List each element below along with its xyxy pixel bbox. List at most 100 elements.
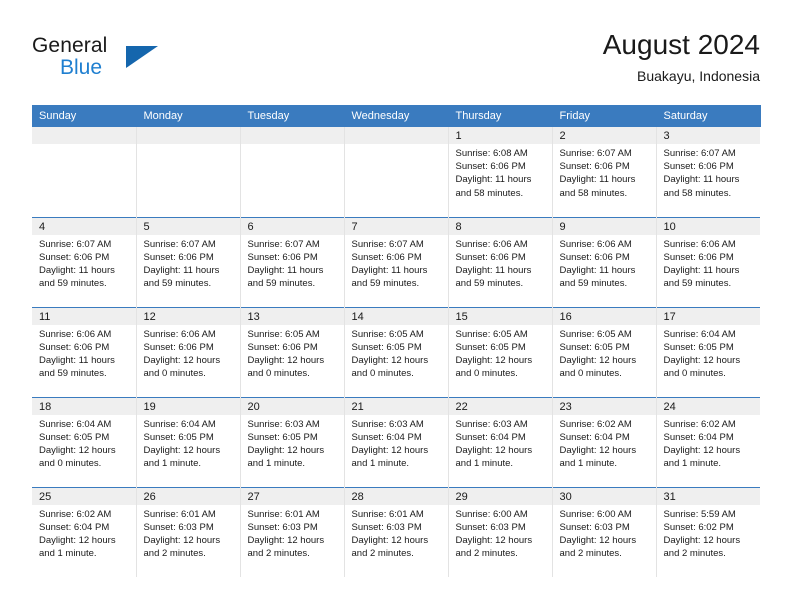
day-daylight-line: and 1 minute.	[455, 458, 514, 470]
page-title: August 2024	[602, 29, 760, 60]
calendar-day-cell[interactable]: 30 Sunrise: 6:00 AM Sunset: 6:03 PM Dayligh…	[552, 486, 657, 577]
calendar-day-cell[interactable]: 7 Sunrise: 6:07 AM Sunset: 6:06 PM Daylight…	[344, 216, 449, 307]
calendar-day-cell[interactable]: 9 Sunrise: 6:06 AM Sunset: 6:06 PM Daylight…	[552, 216, 657, 307]
calendar-day-cell[interactable]: 3 Sunrise: 6:07 AM Sunset: 6:06 PM Daylight…	[656, 127, 760, 217]
day-daylight-line: Daylight: 11 hours	[559, 264, 636, 276]
day-daylight-line: and 2 minutes.	[247, 548, 310, 560]
day-details: Sunrise: 6:03 AM Sunset: 6:04 PM Daylight:…	[345, 415, 448, 471]
calendar-day-cell[interactable]: 10 Sunrise: 6:06 AM Sunset: 6:06 PM Dayligh…	[656, 216, 760, 307]
calendar-day-cell[interactable]: 21 Sunrise: 6:03 AM Sunset: 6:04 PM Dayligh…	[344, 396, 449, 487]
day-sunrise-line: Sunrise: 6:07 AM	[663, 148, 736, 159]
day-sunset-line: Sunset: 6:06 PM	[39, 341, 110, 353]
day-daylight-line: and 58 minutes.	[559, 187, 628, 199]
day-details: Sunrise: 6:03 AM Sunset: 6:05 PM Daylight:…	[241, 415, 344, 471]
day-details: Sunrise: 6:02 AM Sunset: 6:04 PM Daylight:…	[553, 415, 656, 471]
day-details: Sunrise: 6:07 AM Sunset: 6:06 PM Daylight:…	[657, 144, 761, 200]
calendar-day-cell[interactable]: 22 Sunrise: 6:03 AM Sunset: 6:04 PM Dayligh…	[448, 396, 553, 487]
calendar-day-cell[interactable]: 8 Sunrise: 6:06 AM Sunset: 6:06 PM Daylight…	[448, 216, 553, 307]
day-sunset-line: Sunset: 6:04 PM	[455, 431, 526, 443]
day-sunset-line: Sunset: 6:05 PM	[663, 341, 734, 353]
title-block: August 2024 Buakayu, Indonesia	[603, 28, 760, 86]
day-daylight-line: and 1 minute.	[247, 458, 306, 470]
calendar-day-cell[interactable]: 2 Sunrise: 6:07 AM Sunset: 6:06 PM Daylight…	[552, 127, 657, 217]
calendar-day-cell[interactable]: 25 Sunrise: 6:02 AM Sunset: 6:04 PM Dayligh…	[32, 486, 137, 577]
day-daylight-line: Daylight: 11 hours	[455, 264, 532, 276]
day-sunset-line: Sunset: 6:04 PM	[351, 431, 422, 443]
calendar-day-cell[interactable]: 15 Sunrise: 6:05 AM Sunset: 6:05 PM Dayligh…	[448, 306, 553, 397]
day-sunset-line: Sunset: 6:06 PM	[455, 251, 526, 263]
day-daylight-line: and 1 minute.	[143, 458, 202, 470]
calendar-body: 1 Sunrise: 6:08 AM Sunset: 6:06 PM Daylight…	[32, 127, 760, 577]
calendar-day-cell-empty	[136, 127, 241, 217]
day-sunrise-line: Sunrise: 6:04 AM	[143, 418, 216, 430]
calendar-week-row: 11 Sunrise: 6:06 AM Sunset: 6:06 PM Dayligh…	[32, 306, 760, 397]
brand-logo[interactable]: General Blue	[32, 34, 282, 90]
calendar-day-cell[interactable]: 5 Sunrise: 6:07 AM Sunset: 6:06 PM Daylight…	[136, 216, 241, 307]
day-sunset-line: Sunset: 6:02 PM	[663, 521, 734, 533]
day-daylight-line: Daylight: 11 hours	[39, 354, 115, 366]
day-details: Sunrise: 6:06 AM Sunset: 6:06 PM Daylight:…	[553, 235, 656, 291]
day-daylight-line: and 1 minute.	[663, 458, 722, 470]
day-daylight-line: and 58 minutes.	[663, 187, 732, 199]
day-sunset-line: Sunset: 6:06 PM	[663, 251, 734, 263]
calendar-day-cell[interactable]: 11 Sunrise: 6:06 AM Sunset: 6:06 PM Dayligh…	[32, 306, 137, 397]
day-sunrise-line: Sunrise: 6:07 AM	[559, 148, 632, 159]
calendar-day-cell[interactable]: 1 Sunrise: 6:08 AM Sunset: 6:06 PM Daylight…	[448, 127, 553, 217]
day-details: Sunrise: 6:05 AM Sunset: 6:05 PM Daylight:…	[553, 325, 656, 381]
calendar-day-cell[interactable]: 29 Sunrise: 6:00 AM Sunset: 6:03 PM Dayligh…	[448, 486, 553, 577]
calendar-day-cell-empty	[32, 127, 137, 217]
calendar-day-cell[interactable]: 13 Sunrise: 6:05 AM Sunset: 6:06 PM Dayligh…	[240, 306, 345, 397]
day-daylight-line: Daylight: 11 hours	[663, 174, 740, 186]
day-sunrise-line: Sunrise: 6:03 AM	[455, 418, 528, 430]
day-details: Sunrise: 6:00 AM Sunset: 6:03 PM Daylight:…	[553, 505, 656, 561]
day-details: Sunrise: 6:02 AM Sunset: 6:04 PM Daylight:…	[657, 415, 761, 471]
calendar-day-cell[interactable]: 27 Sunrise: 6:01 AM Sunset: 6:03 PM Dayligh…	[240, 486, 345, 577]
calendar-day-cell[interactable]: 20 Sunrise: 6:03 AM Sunset: 6:05 PM Dayligh…	[240, 396, 345, 487]
day-number	[32, 127, 136, 144]
day-daylight-line: and 59 minutes.	[559, 278, 628, 290]
calendar-day-cell[interactable]: 24 Sunrise: 6:02 AM Sunset: 6:04 PM Dayligh…	[656, 396, 761, 487]
calendar-day-cell[interactable]: 18 Sunrise: 6:04 AM Sunset: 6:05 PM Dayligh…	[32, 396, 137, 487]
day-sunrise-line: Sunrise: 6:02 AM	[663, 418, 736, 430]
day-daylight-line: and 1 minute.	[351, 458, 410, 470]
day-sunrise-line: Sunrise: 6:07 AM	[143, 238, 216, 250]
day-sunrise-line: Sunrise: 6:06 AM	[455, 238, 528, 250]
day-sunrise-line: Sunrise: 6:05 AM	[247, 328, 320, 340]
calendar-day-cell[interactable]: 16 Sunrise: 6:05 AM Sunset: 6:05 PM Dayligh…	[552, 306, 657, 397]
day-sunset-line: Sunset: 6:03 PM	[455, 521, 526, 533]
day-daylight-line: and 59 minutes.	[455, 278, 524, 290]
day-daylight-line: Daylight: 11 hours	[143, 264, 220, 276]
calendar-day-cell-empty	[344, 127, 449, 217]
day-daylight-line: Daylight: 11 hours	[663, 264, 740, 276]
calendar-week-row: 25 Sunrise: 6:02 AM Sunset: 6:04 PM Dayligh…	[32, 486, 760, 577]
day-daylight-line: Daylight: 11 hours	[455, 174, 532, 186]
day-details: Sunrise: 6:07 AM Sunset: 6:06 PM Daylight:…	[137, 235, 240, 291]
day-number: 31	[656, 487, 760, 505]
calendar-day-cell[interactable]: 14 Sunrise: 6:05 AM Sunset: 6:05 PM Dayligh…	[344, 306, 449, 397]
calendar-day-cell[interactable]: 26 Sunrise: 6:01 AM Sunset: 6:03 PM Dayligh…	[136, 486, 241, 577]
day-sunrise-line: Sunrise: 6:03 AM	[351, 418, 424, 430]
calendar-day-cell[interactable]: 12 Sunrise: 6:06 AM Sunset: 6:06 PM Dayligh…	[136, 306, 241, 397]
day-sunset-line: Sunset: 6:05 PM	[351, 341, 422, 353]
day-sunrise-line: Sunrise: 6:08 AM	[455, 148, 528, 159]
calendar-day-cell[interactable]: 17 Sunrise: 6:04 AM Sunset: 6:05 PM Dayligh…	[656, 306, 760, 397]
day-daylight-line: Daylight: 12 hours	[351, 534, 429, 546]
calendar-day-cell[interactable]: 6 Sunrise: 6:07 AM Sunset: 6:06 PM Daylight…	[240, 216, 345, 307]
day-number: 15	[448, 307, 552, 325]
calendar-day-cell[interactable]: 31 Sunrise: 5:59 AM Sunset: 6:02 PM Dayligh…	[656, 486, 760, 577]
calendar-day-cell[interactable]: 23 Sunrise: 6:02 AM Sunset: 6:04 PM Dayligh…	[552, 396, 657, 487]
day-details: Sunrise: 6:08 AM Sunset: 6:06 PM Daylight:…	[449, 144, 552, 200]
calendar-day-cell[interactable]: 28 Sunrise: 6:01 AM Sunset: 6:03 PM Dayligh…	[344, 486, 449, 577]
day-details: Sunrise: 6:07 AM Sunset: 6:06 PM Daylight:…	[32, 235, 136, 291]
calendar-day-cell[interactable]: 4 Sunrise: 6:07 AM Sunset: 6:06 PM Daylight…	[32, 216, 137, 307]
day-number: 6	[240, 217, 344, 235]
weekday-header-friday: Friday	[552, 105, 657, 127]
day-sunset-line: Sunset: 6:06 PM	[455, 161, 526, 173]
calendar-day-cell[interactable]: 19 Sunrise: 6:04 AM Sunset: 6:05 PM Dayligh…	[136, 396, 241, 487]
day-details: Sunrise: 6:06 AM Sunset: 6:06 PM Daylight:…	[449, 235, 552, 291]
day-number: 27	[240, 487, 344, 505]
day-number	[136, 127, 240, 144]
day-details: Sunrise: 6:01 AM Sunset: 6:03 PM Daylight:…	[137, 505, 240, 561]
day-details: Sunrise: 6:07 AM Sunset: 6:06 PM Daylight:…	[241, 235, 344, 291]
day-daylight-line: and 0 minutes.	[247, 368, 310, 380]
